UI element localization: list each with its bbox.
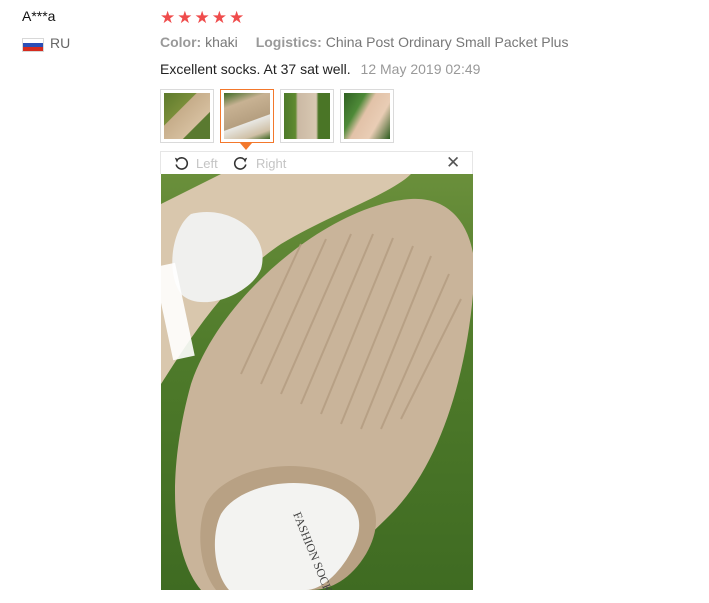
- active-thumbnail-pointer: [240, 143, 252, 150]
- review-attributes: Color: khaki Logistics: China Post Ordin…: [160, 34, 582, 50]
- review-thumbnail[interactable]: [280, 89, 334, 143]
- review-line: Excellent socks. At 37 sat well. 12 May …: [160, 61, 480, 77]
- logistics-attribute-value: China Post Ordinary Small Packet Plus: [325, 34, 569, 50]
- review-thumbnail[interactable]: [160, 89, 214, 143]
- flag-icon: [22, 38, 44, 52]
- rotate-left-button[interactable]: Left: [173, 155, 218, 171]
- reviewer-country: RU: [50, 35, 71, 51]
- review-text: Excellent socks. At 37 sat well.: [160, 61, 351, 77]
- star-icon: ★: [177, 8, 193, 27]
- logistics-attribute-key: Logistics:: [255, 34, 322, 50]
- color-attribute-value: khaki: [205, 34, 238, 50]
- rotate-right-button[interactable]: Right: [233, 155, 286, 171]
- rotate-left-label: Left: [196, 155, 218, 171]
- star-icon: ★: [229, 8, 245, 27]
- rotate-left-icon: [174, 157, 189, 170]
- review-thumbnail[interactable]: [340, 89, 394, 143]
- star-icon: ★: [211, 8, 227, 27]
- review-photo-large: FASHION SOCKS: [161, 174, 473, 590]
- sock-photo: FASHION SOCKS: [161, 174, 473, 590]
- review-thumbnail-active[interactable]: [220, 89, 274, 143]
- close-icon[interactable]: ✕: [446, 153, 460, 173]
- reviewer-name: A***a: [22, 8, 56, 24]
- color-attribute-key: Color:: [160, 34, 202, 50]
- star-icon: ★: [194, 8, 210, 27]
- image-viewer-toolbar: Left Right ✕: [160, 151, 473, 174]
- rotate-right-label: Right: [256, 155, 287, 171]
- star-icon: ★: [160, 8, 176, 27]
- star-rating: ★ ★ ★ ★ ★: [160, 9, 244, 27]
- rotate-right-icon: [233, 157, 248, 170]
- review-date: 12 May 2019 02:49: [360, 61, 481, 77]
- thumbnail-strip: [160, 89, 394, 143]
